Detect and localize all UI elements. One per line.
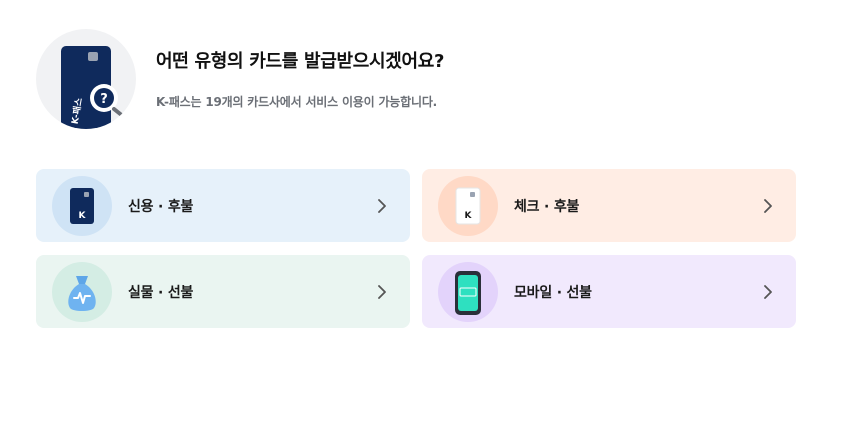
money-bag-icon	[52, 262, 112, 322]
check-card-icon: K	[438, 176, 498, 236]
chevron-right-icon	[764, 285, 772, 299]
option-mobile-prepaid[interactable]: 모바일 · 선불	[422, 255, 796, 328]
option-label: 모바일 · 선불	[514, 285, 592, 301]
option-label: 체크 · 후불	[514, 199, 580, 215]
page-title: 어떤 유형의 카드를 발급받으시겠어요?	[156, 51, 445, 72]
mobile-phone-icon	[438, 262, 498, 322]
option-physical-prepaid[interactable]: 실물 · 선불	[36, 255, 410, 328]
card-question-icon: K-패스 ?	[36, 29, 136, 129]
option-check-postpaid[interactable]: K 체크 · 후불	[422, 169, 796, 242]
svg-text:K: K	[79, 211, 87, 221]
chevron-right-icon	[764, 199, 772, 213]
page-subtitle: K-패스는 19개의 카드사에서 서비스 이용이 가능합니다.	[156, 95, 438, 109]
chevron-right-icon	[378, 285, 386, 299]
credit-card-icon: K	[52, 176, 112, 236]
chevron-right-icon	[378, 199, 386, 213]
option-label: 신용 · 후불	[128, 199, 194, 215]
svg-text:?: ?	[100, 92, 108, 107]
option-credit-postpaid[interactable]: K 신용 · 후불	[36, 169, 410, 242]
svg-text:K: K	[465, 211, 473, 221]
option-label: 실물 · 선불	[128, 285, 194, 301]
